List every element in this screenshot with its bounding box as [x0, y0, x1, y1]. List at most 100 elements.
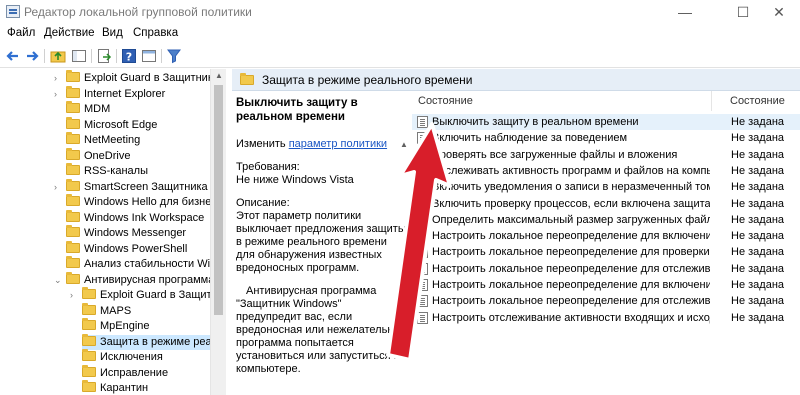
tree-item[interactable]: Windows Hello для бизнеса — [66, 194, 223, 210]
policy-row[interactable]: Включить проверку процессов, если включе… — [412, 196, 800, 212]
policy-state: Не задана — [731, 311, 785, 324]
tree-item-label: MpEngine — [100, 320, 150, 332]
requirements-block: Требования: Не ниже Windows Vista — [236, 161, 408, 187]
tree-item[interactable]: › Exploit Guard в Защитн — [70, 287, 218, 303]
policy-setting-icon — [417, 181, 428, 194]
folder-icon — [66, 240, 80, 253]
tree-item[interactable]: Windows Messenger — [66, 225, 210, 241]
folder-icon — [66, 101, 80, 113]
column-header-state[interactable]: Состояние — [730, 91, 785, 111]
tree-item-label: Windows PowerShell — [84, 242, 188, 255]
properties-icon[interactable] — [141, 48, 157, 64]
policy-row[interactable]: Включить наблюдение за поведением Не зада… — [412, 130, 800, 146]
forward-icon[interactable] — [24, 48, 40, 64]
description-text: Этот параметр политики выключает предлож… — [236, 210, 406, 274]
minimize-button[interactable]: — — [662, 0, 708, 24]
folder-icon — [66, 209, 80, 222]
chevron-down-icon[interactable]: ⌄ — [54, 273, 62, 288]
column-header-setting[interactable]: Состояние — [418, 91, 473, 111]
folder-icon — [66, 225, 80, 237]
tree-item[interactable]: › Internet Explorer — [54, 85, 210, 102]
policy-row[interactable]: Выключить защиту в реальном времени Не за… — [412, 114, 800, 130]
tree-item-label: Exploit Guard в Защитн — [100, 289, 218, 301]
svg-text:?: ? — [126, 51, 132, 64]
edit-policy-link[interactable]: параметр политики — [289, 138, 387, 150]
tree-item-label: Антивирусная программа — [84, 273, 215, 286]
policy-row[interactable]: Проверять все загруженные файлы и вложен… — [412, 147, 800, 163]
chevron-right-icon[interactable]: › — [54, 71, 57, 86]
folder-icon — [66, 147, 80, 160]
tree-item[interactable]: Windows PowerShell — [66, 240, 210, 257]
tree-item[interactable]: Исключения — [82, 349, 210, 365]
policy-state: Не задана — [731, 164, 785, 177]
tree-item-label: Карантин — [100, 382, 149, 394]
menu-file[interactable]: Файл — [7, 27, 35, 39]
tree-item[interactable]: NetMeeting — [66, 132, 210, 148]
policy-state: Не задана — [731, 213, 785, 226]
tree-item[interactable]: › SmartScreen Защитника Wi — [54, 178, 224, 195]
tree-item[interactable]: Защита в режиме реалы — [82, 333, 226, 350]
policy-row[interactable]: Включить уведомления о записи в неразмеч… — [412, 179, 800, 195]
tree-scroll-thumb[interactable] — [214, 85, 223, 315]
details-header-title: Защита в режиме реального времени — [262, 73, 473, 87]
policy-setting-icon — [417, 279, 428, 291]
policy-name: Включить уведомления о записи в неразмеч… — [432, 181, 710, 194]
policy-name: Настроить отслеживание активности входящ… — [432, 311, 710, 324]
console-tree-icon[interactable] — [71, 48, 87, 64]
folder-icon — [66, 132, 80, 144]
chevron-right-icon[interactable]: › — [54, 87, 57, 102]
policy-row[interactable]: Настроить отслеживание активности входящ… — [412, 310, 800, 326]
policy-state: Не задана — [731, 246, 785, 259]
policy-row[interactable]: Настроить локальное переопределение для … — [412, 277, 800, 293]
tree-item[interactable]: Microsoft Edge — [66, 116, 210, 133]
close-button[interactable]: ✕ — [756, 0, 800, 24]
tree-item[interactable]: MDM — [66, 101, 210, 117]
tree-scrollbar[interactable]: ▲ — [210, 69, 226, 395]
menu-help[interactable]: Справка — [133, 27, 178, 39]
policy-row[interactable]: Настроить локальное переопределение для … — [412, 244, 800, 260]
policy-state: Не задана — [731, 181, 785, 194]
tree-item[interactable]: Исправление — [82, 364, 210, 381]
tree-item[interactable]: OneDrive — [66, 147, 210, 164]
scroll-up-arrow-icon[interactable]: ▲ — [211, 69, 227, 83]
policy-row[interactable]: Определить максимальный размер загруженн… — [412, 212, 800, 228]
export-list-icon[interactable] — [96, 48, 112, 64]
policy-row[interactable]: Настроить локальное переопределение для … — [412, 261, 800, 277]
folder-icon — [240, 73, 254, 85]
tree-item-label: Windows Hello для бизнеса — [84, 196, 223, 208]
filter-icon[interactable] — [166, 48, 182, 64]
toolbar: ? — [0, 44, 800, 68]
menu-action[interactable]: Действие — [44, 27, 95, 39]
tree-item[interactable]: MpEngine — [82, 318, 210, 334]
back-icon[interactable] — [5, 48, 21, 64]
policy-title: Выключить защиту в реальном времени — [236, 97, 358, 123]
policy-name: Настроить локальное переопределение для … — [432, 262, 710, 275]
menu-view[interactable]: Вид — [102, 27, 123, 39]
policy-row[interactable]: Отслеживать активность программ и файлов… — [412, 163, 800, 179]
tree-item[interactable]: ⌄ Антивирусная программа — [54, 271, 214, 288]
chevron-right-icon[interactable]: › — [54, 180, 57, 195]
policy-state: Не задана — [731, 262, 785, 275]
tree-item[interactable]: › Exploit Guard в Защитнике — [54, 70, 219, 86]
menu-bar: Файл Действие Вид Справка — [0, 24, 800, 44]
folder-icon — [66, 178, 80, 191]
tree-item[interactable]: Анализ стабильности Winc — [66, 256, 222, 272]
policy-setting-icon — [417, 230, 428, 243]
chevron-right-icon[interactable]: › — [70, 288, 73, 303]
column-separator[interactable] — [711, 91, 712, 111]
policy-setting-icon — [417, 213, 428, 226]
folder-icon — [82, 318, 96, 330]
policy-row[interactable]: Настроить локальное переопределение для … — [412, 293, 800, 309]
desc-scroll-up-icon[interactable]: ▲ — [396, 137, 412, 152]
window-title: Редактор локальной групповой политики — [24, 5, 252, 19]
policy-name: Выключить защиту в реальном времени — [432, 116, 639, 128]
help-icon[interactable]: ? — [121, 48, 137, 64]
tree-item[interactable]: Windows Ink Workspace — [66, 209, 210, 226]
tree-item-label: OneDrive — [84, 149, 131, 162]
tree-item[interactable]: RSS-каналы — [66, 163, 210, 179]
tree-item[interactable]: Карантин — [82, 380, 210, 395]
policy-name: Настроить локальное переопределение для … — [432, 246, 710, 259]
tree-item[interactable]: MAPS — [82, 302, 210, 319]
policy-row[interactable]: Настроить локальное переопределение для … — [412, 228, 800, 244]
folder-up-icon[interactable] — [50, 48, 66, 64]
